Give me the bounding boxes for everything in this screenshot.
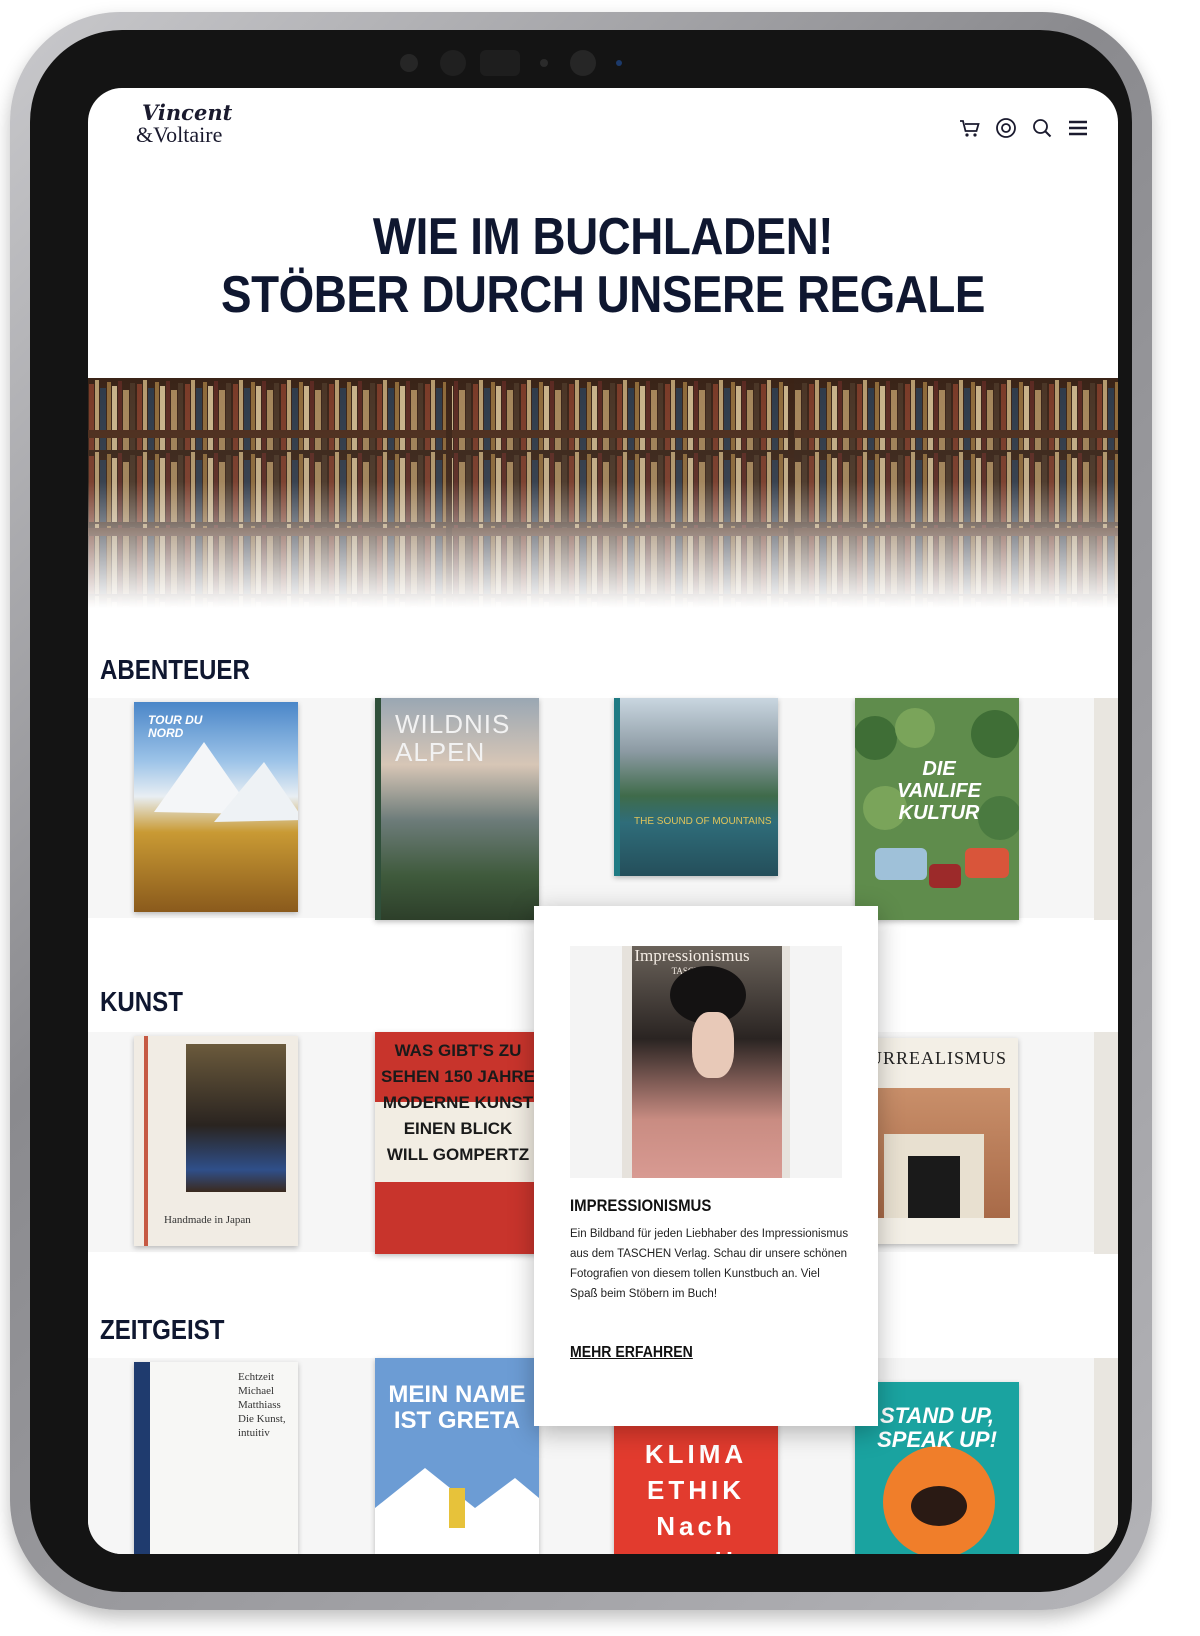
section-title-abenteuer: ABENTEUER — [100, 654, 250, 685]
book-cover[interactable]: WILDNIS ALPEN — [375, 698, 539, 920]
partial-book-cover[interactable] — [1094, 1358, 1118, 1554]
book-title: Echtzeit Michael Matthiass Die Kunst, in… — [238, 1371, 286, 1439]
book-cover[interactable]: DIE VANLIFE KULTUR — [855, 698, 1019, 920]
hero-title: WIE IM BUCHLADEN! STÖBER DURCH UNSERE RE… — [150, 208, 1056, 324]
book-cover[interactable]: Echtzeit Michael Matthiass Die Kunst, in… — [134, 1362, 298, 1554]
book-title: TOUR DU NORD — [148, 713, 203, 740]
popup-heading: IMPRESSIONISMUS — [570, 1196, 712, 1215]
book-title: WAS GIBT'S ZU SEHEN 150 JAHRE MODERNE KU… — [381, 1041, 536, 1164]
popup-image-area: Impressionismus TASCHEN — [570, 946, 842, 1178]
book-cover[interactable]: TOUR DU NORD — [134, 702, 298, 912]
tablet-bezel: Vincent &Voltaire WIE IM BUCHLADEN! STÖB… — [30, 30, 1132, 1592]
section-title-kunst: KUNST — [100, 986, 183, 1017]
book-detail-popup: Impressionismus TASCHEN IMPRESSIONISMUS … — [534, 906, 878, 1426]
partial-book-cover[interactable] — [1094, 698, 1118, 920]
section-title-zeitgeist: ZEITGEIST — [100, 1314, 225, 1345]
book-title: KLIMA ETHIK Nach uns die Sintflut? — [636, 1439, 751, 1554]
book-title: STAND UP, SPEAK UP! — [877, 1403, 997, 1452]
logo-line1: Vincent — [142, 100, 233, 125]
popup-book-cover[interactable]: Impressionismus TASCHEN — [622, 946, 790, 1178]
bookshelf-banner — [88, 378, 1118, 608]
hero-line2: STÖBER DURCH UNSERE REGALE — [220, 266, 986, 324]
book-cover[interactable]: THE SOUND OF MOUNTAINS — [614, 698, 778, 876]
menu-icon[interactable] — [1066, 116, 1090, 140]
brand-logo[interactable]: Vincent &Voltaire — [136, 102, 232, 146]
book-cover[interactable]: STAND UP, SPEAK UP! — [855, 1382, 1019, 1554]
tablet-frame: Vincent &Voltaire WIE IM BUCHLADEN! STÖB… — [10, 12, 1152, 1610]
account-icon[interactable] — [994, 116, 1018, 140]
book-cover[interactable]: WAS GIBT'S ZU SEHEN 150 JAHRE MODERNE KU… — [375, 1032, 539, 1254]
logo-line2: &Voltaire — [136, 122, 223, 147]
book-title: DIE VANLIFE KULTUR — [896, 758, 982, 824]
camera-bar — [400, 40, 630, 76]
screen: Vincent &Voltaire WIE IM BUCHLADEN! STÖB… — [88, 88, 1118, 1554]
book-title: Handmade in Japan — [164, 1214, 251, 1226]
hero-line1: WIE IM BUCHLADEN! — [372, 208, 834, 266]
popup-description: Ein Bildband für jeden Liebhaber des Imp… — [570, 1228, 849, 1300]
book-title: MEIN NAME IST GRETA — [388, 1381, 526, 1434]
cart-icon[interactable] — [958, 116, 982, 140]
popup-cover-title: Impressionismus — [634, 946, 750, 965]
book-title: WILDNIS ALPEN — [395, 709, 511, 767]
more-info-link[interactable]: MEHR ERFAHREN — [570, 1344, 693, 1362]
header-icons — [958, 116, 1090, 140]
book-title: SURREALISMUS — [858, 1048, 1008, 1068]
search-icon[interactable] — [1030, 116, 1054, 140]
book-cover[interactable]: Handmade in Japan — [134, 1036, 298, 1246]
book-cover[interactable]: SURREALISMUS — [854, 1038, 1018, 1244]
book-title: THE SOUND OF MOUNTAINS — [634, 816, 772, 827]
book-cover[interactable]: KLIMA ETHIK Nach uns die Sintflut? — [614, 1418, 778, 1554]
site-header: Vincent &Voltaire — [88, 88, 1118, 168]
book-cover[interactable]: MEIN NAME IST GRETA — [375, 1358, 539, 1554]
partial-book-cover[interactable] — [1094, 1032, 1118, 1254]
